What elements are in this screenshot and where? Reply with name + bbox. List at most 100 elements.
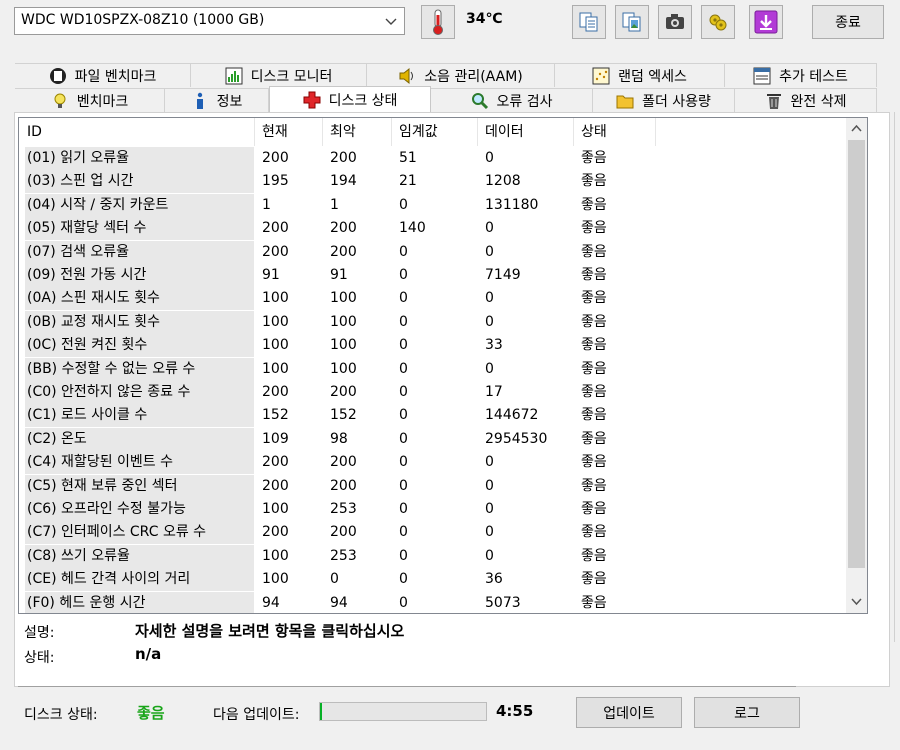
tab-label: 랜덤 엑세스 — [618, 68, 687, 85]
temperature-button[interactable] — [421, 5, 455, 39]
cell-data: 0 — [485, 477, 494, 494]
column-header-worst[interactable]: 최악 — [330, 118, 356, 146]
update-button[interactable]: 업데이트 — [576, 697, 682, 728]
table-row[interactable]: (C4) 재할당된 이벤트 수 200 200 0 0 좋음 — [19, 451, 849, 475]
cell-id: (C2) 온도 — [25, 427, 254, 451]
cell-status: 좋음 — [581, 267, 607, 283]
cell-id: (0C) 전원 켜진 횟수 — [25, 334, 254, 358]
cell-current: 200 — [262, 454, 289, 471]
table-row[interactable]: (0C) 전원 켜진 횟수 100 100 0 33 좋음 — [19, 334, 849, 358]
drive-select-value: WDC WD10SPZX-08Z10 (1000 GB) — [21, 12, 265, 28]
cell-status: 좋음 — [581, 360, 607, 377]
scroll-up-icon[interactable] — [851, 123, 862, 134]
cell-current: 109 — [262, 430, 289, 447]
table-row[interactable]: (F0) 헤드 운행 시간 94 94 0 5073 좋음 — [19, 591, 849, 613]
cell-threshold: 0 — [399, 571, 408, 588]
cell-data: 2954530 — [485, 430, 548, 447]
cell-current: 100 — [262, 501, 289, 517]
table-row[interactable]: (C5) 현재 보류 중인 섹터 200 200 0 0 좋음 — [19, 474, 849, 498]
table-row[interactable]: (C8) 쓰기 오류율 100 253 0 0 좋음 — [19, 544, 849, 568]
extra-tests-icon — [753, 67, 771, 84]
tab-random-access[interactable]: 랜덤 엑세스 — [555, 63, 725, 87]
cell-current: 200 — [262, 220, 289, 237]
list-scrollbar[interactable] — [846, 118, 867, 613]
cell-worst: 100 — [330, 313, 357, 330]
table-row[interactable]: (C0) 안전하지 않은 종료 수 200 200 0 17 좋음 — [19, 381, 849, 404]
cell-worst: 200 — [330, 384, 357, 400]
cell-status: 좋음 — [581, 407, 607, 424]
cell-current: 195 — [262, 173, 289, 190]
column-header-current[interactable]: 현재 — [262, 118, 288, 146]
tab-folder-usage[interactable]: 폴더 사용량 — [593, 88, 735, 112]
table-row[interactable]: (05) 재할당 섹터 수 200 200 140 0 좋음 — [19, 217, 849, 241]
tab-label: 디스크 모니터 — [250, 68, 333, 85]
table-row[interactable]: (C1) 로드 사이클 수 152 152 0 144672 좋음 — [19, 404, 849, 428]
disk-status-label: 디스크 상태: — [24, 707, 98, 723]
tab-disk-monitor[interactable]: 디스크 모니터 — [191, 63, 367, 87]
cell-data: 36 — [485, 571, 503, 588]
table-row[interactable]: (0B) 교정 재시도 횟수 100 100 0 0 좋음 — [19, 310, 849, 334]
table-row[interactable]: (CE) 헤드 간격 사이의 거리 100 0 0 36 좋음 — [19, 568, 849, 592]
cell-threshold: 0 — [399, 430, 408, 447]
copy-image-icon — [622, 12, 641, 32]
cell-id: (F0) 헤드 운행 시간 — [25, 591, 254, 613]
options-icon — [709, 14, 727, 31]
cell-threshold: 0 — [399, 454, 408, 471]
exit-button[interactable]: 종료 — [812, 5, 884, 39]
scroll-down-icon[interactable] — [851, 596, 862, 607]
cell-worst: 94 — [330, 594, 348, 611]
tab-label: 폴더 사용량 — [642, 93, 711, 110]
attribute-status-label: 상태: — [24, 650, 55, 666]
column-header-status[interactable]: 상태 — [581, 118, 607, 146]
cell-id: (05) 재할당 섹터 수 — [25, 217, 254, 241]
cell-data: 5073 — [485, 594, 521, 611]
table-row[interactable]: (01) 읽기 오류율 200 200 51 0 좋음 — [19, 147, 849, 170]
table-row[interactable]: (04) 시작 / 중지 카운트 1 1 0 131180 좋음 — [19, 193, 849, 217]
save-button[interactable] — [749, 5, 783, 39]
disk-monitor-icon — [225, 67, 243, 84]
cell-threshold: 0 — [399, 267, 408, 283]
info-icon — [196, 92, 203, 109]
thermometer-icon — [433, 9, 443, 35]
cell-worst: 253 — [330, 501, 357, 517]
tab-noise-aam[interactable]: 소음 관리(AAM) — [367, 63, 555, 87]
tab-info[interactable]: 정보 — [165, 88, 269, 112]
cell-id: (C8) 쓰기 오류율 — [25, 544, 254, 568]
cell-data: 1208 — [485, 173, 521, 190]
tab-label: 디스크 상태 — [328, 92, 398, 109]
cell-worst: 200 — [330, 220, 357, 237]
table-row[interactable]: (BB) 수정할 수 없는 오류 수 100 100 0 0 좋음 — [19, 357, 849, 381]
tab-extra-tests[interactable]: 추가 테스트 — [725, 63, 877, 87]
column-header-data[interactable]: 데이터 — [485, 118, 524, 146]
tab-error-scan[interactable]: 오류 검사 — [431, 88, 593, 112]
drive-select[interactable]: WDC WD10SPZX-08Z10 (1000 GB) — [14, 7, 405, 35]
cell-current: 91 — [262, 267, 280, 283]
table-row[interactable]: (0A) 스핀 재시도 횟수 100 100 0 0 좋음 — [19, 287, 849, 311]
cell-data: 0 — [485, 220, 494, 237]
log-button[interactable]: 로그 — [694, 697, 800, 728]
table-row[interactable]: (09) 전원 가동 시간 91 91 0 7149 좋음 — [19, 264, 849, 287]
cell-worst: 100 — [330, 290, 357, 307]
screenshot-button[interactable] — [658, 5, 692, 39]
scrollbar-thumb[interactable] — [848, 140, 865, 568]
table-row[interactable]: (03) 스핀 업 시간 195 194 21 1208 좋음 — [19, 170, 849, 194]
tab-benchmark[interactable]: 벤치마크 — [15, 88, 165, 112]
column-header-id[interactable]: ID — [25, 118, 254, 146]
cell-worst: 152 — [330, 407, 357, 424]
table-row[interactable]: (C7) 인터페이스 CRC 오류 수 200 200 0 0 좋음 — [19, 521, 849, 545]
tab-secure-erase[interactable]: 완전 삭제 — [735, 88, 877, 112]
copy-image-button[interactable] — [615, 5, 649, 39]
cell-worst: 194 — [330, 173, 357, 190]
tab-file-benchmark[interactable]: 파일 벤치마크 — [15, 63, 191, 87]
cell-worst: 200 — [330, 524, 357, 541]
column-header-threshold[interactable]: 임계값 — [399, 118, 438, 146]
smart-attribute-list[interactable]: ID 현재 최악 임계값 데이터 상태 (01) 읽기 오류율 200 200 51 0… — [18, 117, 868, 614]
tab-disk-health[interactable]: 디스크 상태 — [269, 86, 431, 112]
next-update-progress — [319, 702, 487, 721]
options-button[interactable] — [701, 5, 735, 39]
tab-label: 소음 관리(AAM) — [424, 68, 523, 85]
table-row[interactable]: (C2) 온도 109 98 0 2954530 좋음 — [19, 427, 849, 451]
copy-text-button[interactable] — [572, 5, 606, 39]
table-row[interactable]: (C6) 오프라인 수정 불가능 100 253 0 0 좋음 — [19, 498, 849, 521]
table-row[interactable]: (07) 검색 오류율 200 200 0 0 좋음 — [19, 240, 849, 264]
